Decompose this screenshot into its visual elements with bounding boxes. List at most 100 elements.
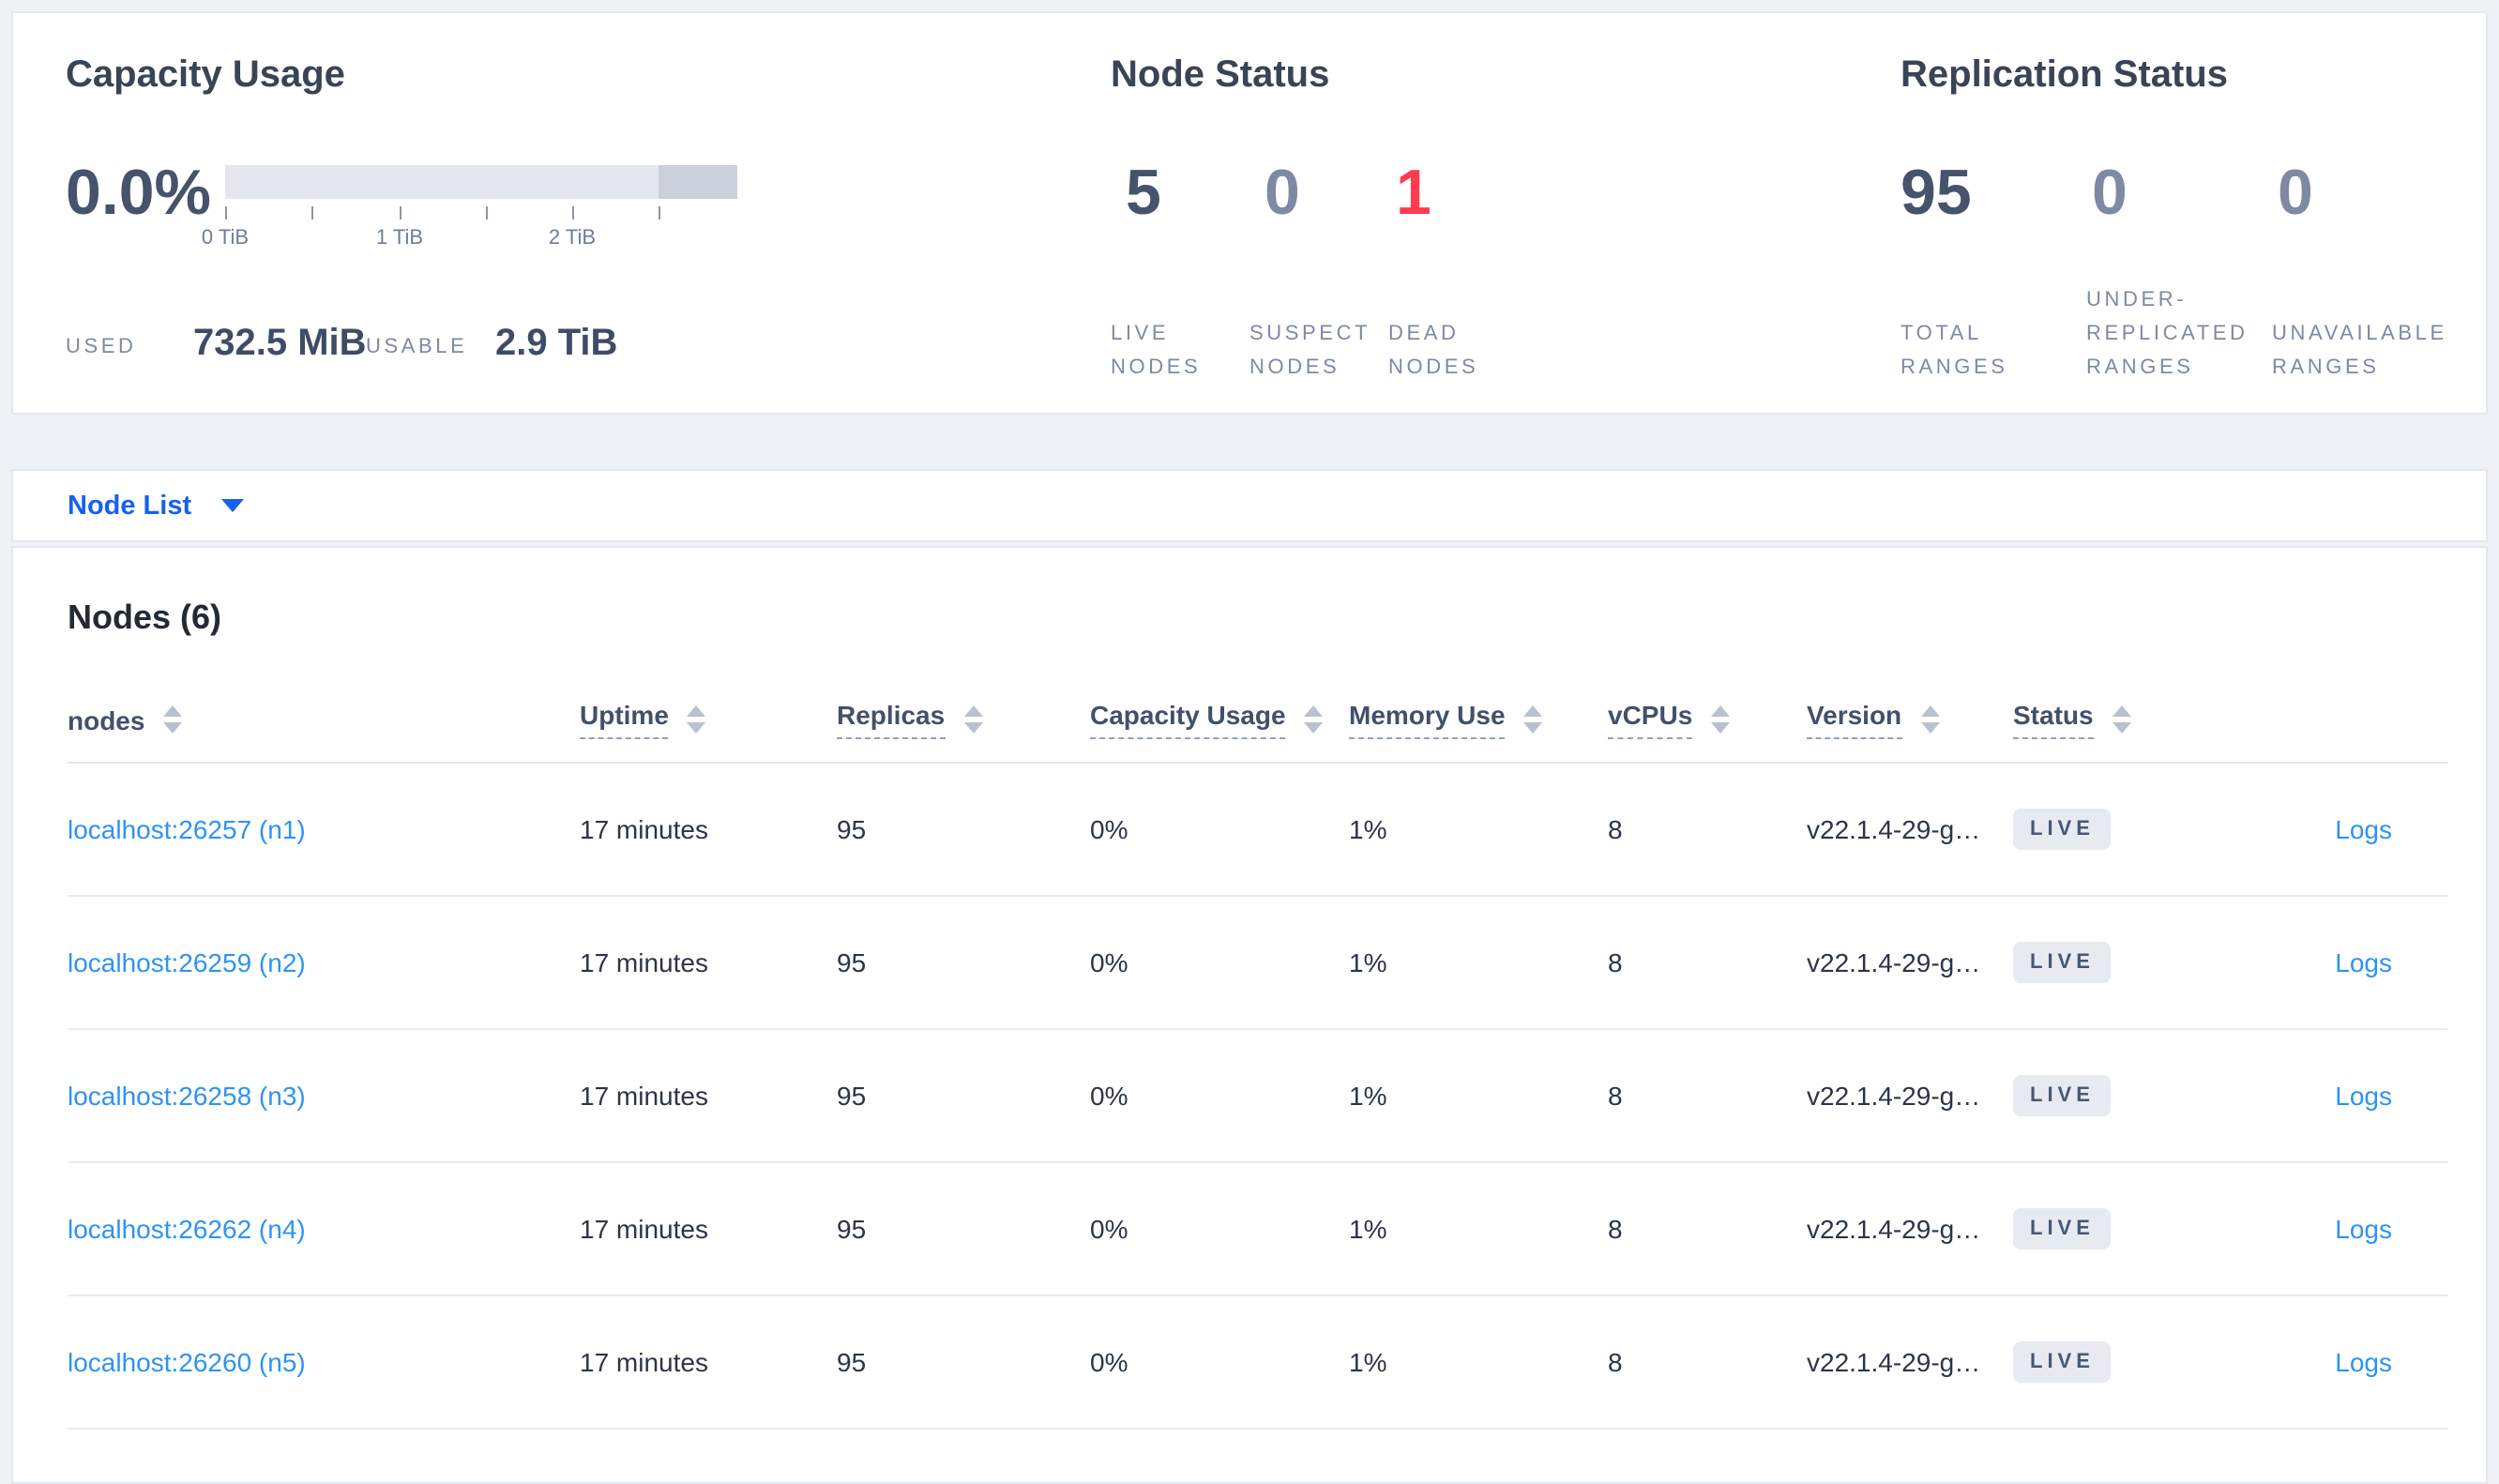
sort-icon[interactable] — [1711, 705, 1731, 734]
usable-value: 2.9 TiB — [495, 323, 618, 364]
status-badge: LIVE — [2013, 942, 2112, 983]
suspect-nodes-label: SUSPECT NODES — [1250, 323, 1371, 379]
chevron-down-icon — [221, 499, 245, 512]
node-status-section: Node Status 5 0 1 LIVE NODES SUSPECT NOD… — [1111, 13, 1861, 416]
axis-tick-label: 1 TiB — [375, 227, 424, 250]
dead-nodes-label: DEAD NODES — [1388, 323, 1479, 379]
table-row: localhost:26260 (n5) 17 minutes 95 0% 1%… — [68, 1296, 2448, 1430]
used-value: 732.5 MiB — [193, 323, 367, 364]
axis-tick — [225, 206, 227, 220]
capacity-bar-chart: 0 TiB 1 TiB 2 TiB — [202, 165, 737, 278]
replicas-cell: 95 — [837, 1347, 867, 1377]
capacity-usage-cell: 0% — [1090, 1347, 1128, 1377]
memory-use-cell: 1% — [1349, 1214, 1387, 1244]
axis-tick — [486, 206, 488, 220]
uptime-cell: 17 minutes — [580, 1347, 708, 1377]
memory-use-cell: 1% — [1349, 1347, 1387, 1377]
logs-link[interactable]: Logs — [2335, 1347, 2392, 1377]
replicas-cell: 95 — [837, 1081, 867, 1111]
nodes-table-title: Nodes (6) — [68, 598, 222, 636]
node-address-link[interactable]: localhost:26260 (n5) — [68, 1347, 306, 1377]
capacity-usage-cell: 0% — [1090, 814, 1128, 844]
logs-link[interactable]: Logs — [2335, 1214, 2392, 1244]
dead-nodes-count: 1 — [1396, 158, 1431, 229]
status-badge: LIVE — [2013, 809, 2112, 850]
axis-tick-label: 2 TiB — [548, 227, 597, 250]
replicas-cell: 95 — [837, 947, 867, 977]
nodes-table: nodes Uptime Replicas Capacity Usage Mem… — [13, 677, 2486, 1430]
table-row: localhost:26259 (n2) 17 minutes 95 0% 1%… — [68, 897, 2448, 1030]
cluster-summary-card: Capacity Usage 0.0% 0 TiB 1 TiB 2 TiB US… — [11, 11, 2488, 415]
sort-icon[interactable] — [163, 705, 183, 734]
sort-icon[interactable] — [687, 705, 706, 734]
table-body: localhost:26257 (n1) 17 minutes 95 0% 1%… — [13, 764, 2486, 1430]
node-address-link[interactable]: localhost:26259 (n2) — [68, 947, 306, 977]
vcpus-cell: 8 — [1608, 1347, 1623, 1377]
column-header-status[interactable]: Status — [2013, 700, 2227, 739]
status-badge: LIVE — [2013, 1075, 2112, 1116]
sort-icon[interactable] — [963, 705, 983, 734]
sort-icon[interactable] — [2112, 705, 2131, 734]
column-header-capacity-usage[interactable]: Capacity Usage — [1090, 700, 1349, 739]
total-ranges-count: 95 — [1901, 158, 1972, 229]
column-header-nodes[interactable]: nodes — [68, 704, 580, 734]
axis-tick — [311, 206, 313, 220]
capacity-bar-reserved-segment — [659, 165, 737, 199]
node-address-link[interactable]: localhost:26262 (n4) — [68, 1214, 306, 1244]
capacity-usage-cell: 0% — [1090, 1081, 1128, 1111]
table-row: localhost:26257 (n1) 17 minutes 95 0% 1%… — [68, 764, 2448, 897]
capacity-percent-value: 0.0% — [66, 158, 211, 229]
replicas-cell: 95 — [837, 814, 867, 844]
version-cell: v22.1.4-29-g… — [1807, 1081, 1981, 1111]
version-cell: v22.1.4-29-g… — [1807, 1214, 1981, 1244]
axis-tick — [659, 206, 660, 220]
table-row: localhost:26258 (n3) 17 minutes 95 0% 1%… — [68, 1030, 2448, 1163]
uptime-cell: 17 minutes — [580, 1214, 708, 1244]
version-cell: v22.1.4-29-g… — [1807, 947, 1981, 977]
logs-link[interactable]: Logs — [2335, 947, 2392, 977]
table-header-row: nodes Uptime Replicas Capacity Usage Mem… — [68, 677, 2448, 764]
replication-status-title: Replication Status — [1901, 54, 2228, 96]
live-nodes-count: 5 — [1126, 158, 1161, 229]
node-status-title: Node Status — [1111, 54, 1330, 96]
nodes-table-card: Nodes (6) nodes Uptime Replicas Capacity… — [11, 546, 2488, 1484]
capacity-usage-cell: 0% — [1090, 947, 1128, 977]
cluster-overview-page: Capacity Usage 0.0% 0 TiB 1 TiB 2 TiB US… — [0, 0, 2499, 1484]
node-address-link[interactable]: localhost:26258 (n3) — [68, 1081, 306, 1111]
uptime-cell: 17 minutes — [580, 1081, 708, 1111]
uptime-cell: 17 minutes — [580, 947, 708, 977]
sort-icon[interactable] — [1523, 705, 1543, 734]
vcpus-cell: 8 — [1608, 1214, 1623, 1244]
column-header-memory-use[interactable]: Memory Use — [1349, 700, 1608, 739]
sort-icon[interactable] — [1920, 705, 1940, 734]
capacity-usage-title: Capacity Usage — [66, 54, 345, 96]
uptime-cell: 17 minutes — [580, 814, 708, 844]
used-label: USED — [66, 336, 137, 358]
node-list-dropdown[interactable]: Node List — [11, 469, 2488, 542]
under-replicated-ranges-count: 0 — [2092, 158, 2128, 229]
unavailable-ranges-label: UNAVAILABLE RANGES — [2272, 323, 2447, 379]
logs-link[interactable]: Logs — [2335, 1081, 2392, 1111]
under-replicated-ranges-label: UNDER- REPLICATED RANGES — [2086, 289, 2249, 379]
vcpus-cell: 8 — [1608, 1081, 1623, 1111]
column-header-vcpus[interactable]: vCPUs — [1608, 700, 1807, 739]
memory-use-cell: 1% — [1349, 947, 1387, 977]
column-header-version[interactable]: Version — [1807, 700, 2013, 739]
logs-link[interactable]: Logs — [2335, 814, 2392, 844]
total-ranges-label: TOTAL RANGES — [1901, 323, 2008, 379]
status-badge: LIVE — [2013, 1208, 2112, 1249]
suspect-nodes-count: 0 — [1265, 158, 1300, 229]
column-header-replicas[interactable]: Replicas — [837, 700, 1090, 739]
column-header-uptime[interactable]: Uptime — [580, 700, 837, 739]
sort-icon[interactable] — [1304, 705, 1324, 734]
capacity-usage-cell: 0% — [1090, 1214, 1128, 1244]
capacity-usage-section: Capacity Usage 0.0% 0 TiB 1 TiB 2 TiB US… — [66, 13, 1079, 416]
axis-tick-label: 0 TiB — [201, 227, 250, 250]
node-address-link[interactable]: localhost:26257 (n1) — [68, 814, 306, 844]
unavailable-ranges-count: 0 — [2278, 158, 2313, 229]
table-row: localhost:26262 (n4) 17 minutes 95 0% 1%… — [68, 1163, 2448, 1296]
version-cell: v22.1.4-29-g… — [1807, 1347, 1981, 1377]
version-cell: v22.1.4-29-g… — [1807, 814, 1981, 844]
node-list-dropdown-label[interactable]: Node List — [68, 491, 191, 521]
status-badge: LIVE — [2013, 1341, 2112, 1383]
